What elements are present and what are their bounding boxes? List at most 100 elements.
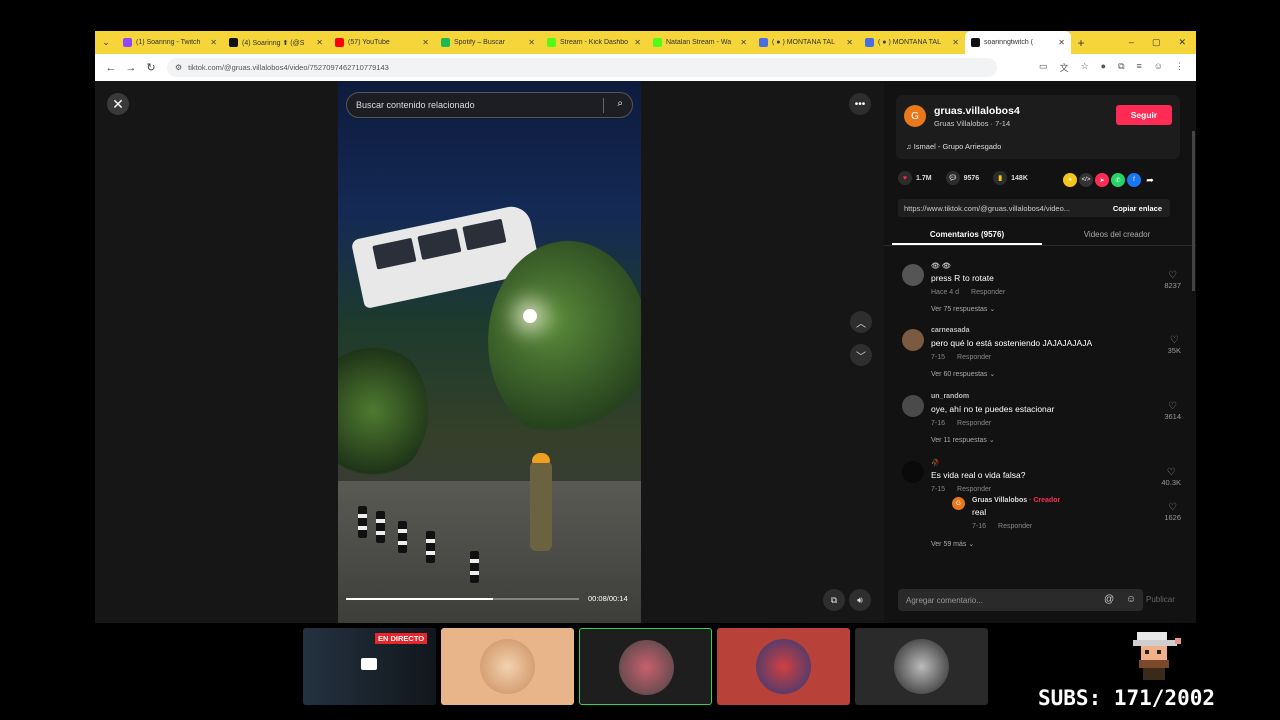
browser-tab[interactable]: ( ● ) MONTAÑA TAL ✕ (859, 31, 965, 54)
pip-icon[interactable]: ⧉ (823, 589, 845, 611)
like-icon[interactable]: ♡ (1161, 467, 1181, 478)
forward-icon[interactable]: → (121, 62, 141, 74)
share-arrow-icon[interactable]: ➦ (1143, 173, 1157, 187)
reply-button[interactable]: Responder (957, 354, 991, 361)
menu-icon[interactable]: ⋮ (1175, 61, 1184, 74)
browser-tab[interactable]: Spotify – Buscar ✕ (435, 31, 541, 54)
puzzle-icon[interactable]: ⧉ (1118, 61, 1124, 74)
reply-date: 7-16 (972, 523, 987, 530)
browser-tab[interactable]: (57) YouTube ✕ (329, 31, 435, 54)
scrollbar[interactable] (1192, 131, 1195, 291)
comment-input[interactable]: Agregar comentario... @ ☺ (898, 589, 1143, 611)
view-replies-button[interactable]: Ver 60 respuestas ⌄ (931, 370, 995, 378)
comment-user[interactable]: un_random (931, 393, 969, 400)
tab-close-icon[interactable]: ✕ (846, 38, 853, 47)
tab-creator-videos[interactable]: Videos del creador (1042, 224, 1192, 245)
creator-handle[interactable]: gruas.villalobos4 (934, 105, 1020, 117)
like-count: 3614 (1164, 412, 1181, 421)
close-video-button[interactable]: ✕ (107, 93, 129, 115)
media-icon[interactable]: ≡ (1137, 61, 1142, 74)
tab-search-icon[interactable]: ⌄ (95, 31, 117, 54)
reply-button[interactable]: Responder (957, 486, 991, 493)
facebook-icon[interactable]: f (1127, 173, 1141, 187)
tab-title: (57) YouTube (348, 39, 390, 46)
tab-close-icon[interactable]: ✕ (634, 38, 641, 47)
video-progress-bar[interactable] (346, 598, 579, 600)
cast-icon[interactable]: ▭ (1039, 61, 1048, 74)
previous-video-button[interactable]: ︿ (850, 311, 872, 333)
creator-avatar[interactable]: G (904, 105, 926, 127)
like-icon[interactable]: ♡ (1164, 502, 1181, 513)
next-video-button[interactable]: ﹀ (850, 344, 872, 366)
like-icon[interactable]: ♡ (1164, 401, 1181, 412)
close-window-icon[interactable]: ✕ (1178, 37, 1186, 48)
reply-user[interactable]: Gruas Villalobos (972, 497, 1027, 504)
comment-icon[interactable]: 💬︎ (945, 171, 960, 185)
tab-close-icon[interactable]: ✕ (528, 38, 535, 47)
repost-icon[interactable]: ● (1063, 173, 1077, 187)
share-icons: ● </> ➤ ✆ f ➦ (1063, 173, 1157, 187)
share-link[interactable]: https://www.tiktok.com/@gruas.villalobos… (898, 204, 1098, 213)
avatar[interactable] (902, 395, 924, 417)
back-icon[interactable]: ← (101, 62, 121, 74)
search-icon[interactable]: ⌕ (617, 98, 623, 109)
like-icon[interactable]: ♡ (1168, 335, 1181, 346)
browser-tab[interactable]: Natalan Stream - Wa ✕ (647, 31, 753, 54)
tab-comments[interactable]: Comentarios (9576) (892, 224, 1042, 245)
maximize-icon[interactable]: ▢ (1152, 37, 1161, 48)
tab-close-icon[interactable]: ✕ (422, 38, 429, 47)
tab-close-icon[interactable]: ✕ (952, 38, 959, 47)
follow-button[interactable]: Seguir (1116, 105, 1172, 125)
avatar[interactable] (902, 461, 924, 483)
publish-button[interactable]: Publicar (1146, 595, 1175, 604)
browser-tab[interactable]: (1) Soarinng - Twitch ✕ (117, 31, 223, 54)
reply-button[interactable]: Responder (957, 420, 991, 427)
browser-tab[interactable]: Stream - Kick Dashbo ✕ (541, 31, 647, 54)
embed-icon[interactable]: </> (1079, 173, 1093, 187)
view-replies-button[interactable]: Ver 11 respuestas ⌄ (931, 436, 995, 444)
tab-favicon-icon (865, 38, 874, 47)
reply-avatar[interactable]: G (952, 497, 965, 510)
copy-link-button[interactable]: Copiar enlace (1113, 204, 1170, 213)
like-icon[interactable]: ♡ (1164, 270, 1181, 281)
more-options-button[interactable]: ••• (849, 93, 871, 115)
comment-user[interactable]: carneasada (931, 327, 970, 334)
profile-icon[interactable]: ☺ (1154, 61, 1163, 74)
view-more-button[interactable]: Ver 59 más ⌄ (931, 540, 974, 548)
mention-icon[interactable]: @ (1104, 594, 1114, 605)
browser-tab[interactable]: soarinngtwitch (✕ (965, 31, 1071, 54)
minimize-icon[interactable]: – (1129, 37, 1134, 48)
site-info-icon[interactable]: ⚙ (175, 63, 182, 72)
music-row[interactable]: ♫ Ismael - Grupo Arriesgado (906, 142, 1001, 151)
creator-tag: · Creador (1029, 497, 1061, 504)
avatar[interactable] (902, 264, 924, 286)
url-field[interactable]: ⚙ tiktok.com/@gruas.villalobos4/video/75… (167, 58, 997, 77)
emoji-icon[interactable]: ☺ (1126, 594, 1136, 605)
bookmark-icon[interactable]: ▮ (993, 171, 1008, 185)
stats-row: ♥ 1.7M 💬︎ 9576 ▮ 148K (898, 171, 1036, 185)
volume-icon[interactable]: 🔊︎ (849, 589, 871, 611)
heart-icon[interactable]: ♥ (898, 171, 912, 185)
reply-button[interactable]: Responder (971, 289, 1005, 296)
tab-close-icon[interactable]: ✕ (1058, 38, 1065, 47)
tab-close-icon[interactable]: ✕ (210, 38, 217, 47)
tab-title: (4) Soarinng ⬆ (@S (242, 39, 305, 47)
comment-user[interactable]: 👁 👁 (931, 262, 951, 270)
view-replies-button[interactable]: Ver 75 respuestas ⌄ (931, 305, 995, 313)
extension-icon[interactable]: ● (1101, 61, 1106, 74)
translate-icon[interactable]: 文 (1060, 61, 1069, 74)
bookmark-star-icon[interactable]: ☆ (1081, 61, 1089, 74)
browser-tab[interactable]: ( ● ) MONTAÑA TAL ✕ (753, 31, 859, 54)
tab-close-icon[interactable]: ✕ (740, 38, 747, 47)
related-search-input[interactable]: Buscar contenido relacionado ⌕ (346, 92, 633, 118)
reply-button[interactable]: Responder (998, 523, 1032, 530)
tab-close-icon[interactable]: ✕ (316, 38, 323, 47)
send-icon[interactable]: ➤ (1095, 173, 1109, 187)
reload-icon[interactable]: ↻ (141, 61, 161, 74)
avatar[interactable] (902, 329, 924, 351)
new-tab-button[interactable]: + (1071, 36, 1091, 50)
comment-user[interactable]: 🥀 (931, 459, 940, 467)
whatsapp-icon[interactable]: ✆ (1111, 173, 1125, 187)
video-player[interactable]: 00:08/00:14 (338, 81, 641, 623)
browser-tab[interactable]: (4) Soarinng ⬆ (@S ✕ (223, 31, 329, 54)
